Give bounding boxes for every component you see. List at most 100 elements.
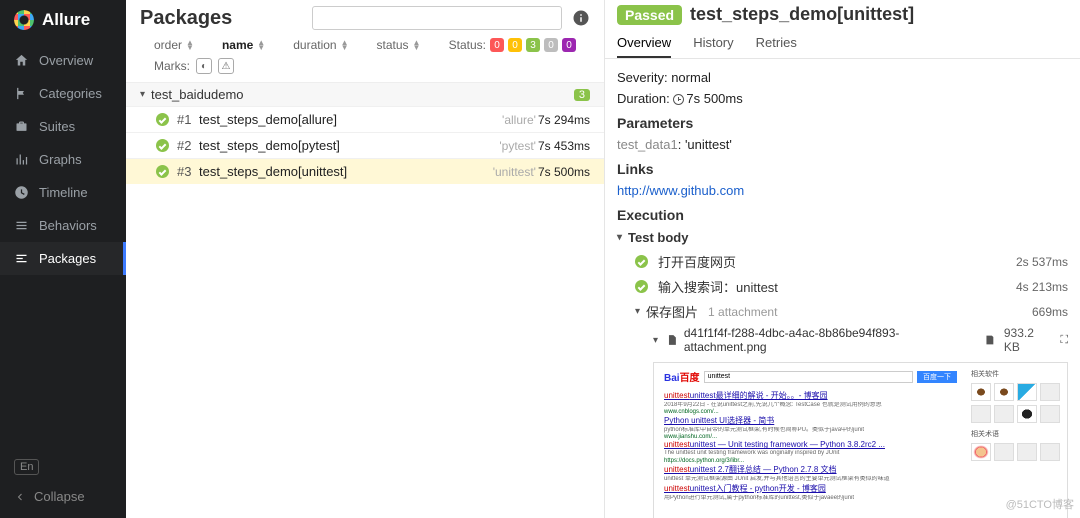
link-github[interactable]: http://www.github.com [617, 183, 744, 198]
step-name: 保存图片 [646, 302, 698, 321]
nav-label: Suites [39, 119, 75, 134]
nav: Overview Categories Suites Graphs Timeli… [0, 44, 126, 448]
status-badge: Passed [617, 5, 682, 25]
pass-icon [156, 139, 169, 152]
side-header: 相关软件 [971, 369, 1063, 379]
severity-val: normal [671, 70, 711, 85]
info-icon[interactable] [572, 9, 590, 27]
row-num: #2 [177, 138, 199, 153]
status-chip-broken[interactable]: 0 [508, 38, 522, 52]
pass-icon [156, 165, 169, 178]
test-title: test_steps_demo[unittest] [690, 4, 914, 25]
column-headers: order▲▼ name▲▼ duration▲▼ status▲▼ Statu… [140, 30, 590, 56]
mark-flaky[interactable]: ◐ [196, 58, 212, 74]
nav-label: Packages [39, 251, 96, 266]
status-chip-failed[interactable]: 0 [490, 38, 504, 52]
sidebar: Allure Overview Categories Suites Graphs… [0, 0, 126, 518]
col-order[interactable]: order▲▼ [154, 38, 194, 52]
row-duration: 7s 500ms [538, 165, 590, 179]
attachment-row[interactable]: ▾ d41f1f4f-f288-4dbc-a4ac-8b86be94f893-a… [617, 324, 1068, 356]
group-test-baidudemo[interactable]: ▾ test_baidudemo 3 [126, 82, 604, 106]
attachment-note: 1 attachment [708, 305, 777, 319]
clock-icon [673, 94, 684, 105]
row-name: test_steps_demo[allure] [199, 112, 502, 127]
nav-suites[interactable]: Suites [0, 110, 126, 143]
package-tree: ▾ test_baidudemo 3 #1 test_steps_demo[al… [126, 82, 604, 184]
attachment-preview: Bai百度 百度一下 unittestunittest最详细的解说 - 开始。。… [653, 362, 1068, 518]
severity-key: Severity: [617, 70, 668, 85]
detail-panel: Passed test_steps_demo[unittest] Overvie… [605, 0, 1080, 518]
links-heading: Links [617, 155, 1068, 180]
test-row[interactable]: #3 test_steps_demo[unittest] 'unittest' … [126, 158, 604, 184]
step-name: 打开百度网页 [658, 252, 736, 271]
pass-icon [156, 113, 169, 126]
step-row[interactable]: 输入搜索词：unittest 4s 213ms [617, 274, 1068, 299]
col-duration[interactable]: duration▲▼ [293, 38, 348, 52]
col-name[interactable]: name▲▼ [222, 38, 265, 52]
brand-name: Allure [42, 10, 90, 30]
test-body-toggle[interactable]: ▾Test body [617, 226, 1068, 249]
list-icon [14, 218, 29, 233]
result-snip: unittest 单元测试框架源由 JUnit 启发,并与其他语言的主要单元测试… [664, 476, 924, 483]
collapse-button[interactable]: Collapse [14, 489, 112, 504]
status-filter: Status: 0 0 3 0 0 [449, 38, 576, 52]
nav-behaviors[interactable]: Behaviors [0, 209, 126, 242]
tab-overview[interactable]: Overview [617, 35, 671, 58]
attachment-name: d41f1f4f-f288-4dbc-a4ac-8b86be94f893-att… [684, 326, 978, 354]
chevron-left-icon [14, 491, 26, 503]
nav-categories[interactable]: Categories [0, 77, 126, 110]
chevron-down-icon: ▾ [617, 232, 622, 243]
detail-tabs: Overview History Retries [605, 25, 1080, 59]
row-tag: 'unittest' [493, 165, 536, 179]
nav-packages[interactable]: Packages [0, 242, 126, 275]
result-snip: python标准库中自带的单元测试框架,有时候也简称PU。类似于java中的ju… [664, 427, 924, 434]
nav-label: Timeline [39, 185, 88, 200]
pass-icon [635, 255, 648, 268]
test-row[interactable]: #2 test_steps_demo[pytest] 'pytest' 7s 4… [126, 132, 604, 158]
result-title: unittestunittest 2.7翻译总结 — Python 2.7.8 … [664, 465, 837, 474]
nav-graphs[interactable]: Graphs [0, 143, 126, 176]
duration-key: Duration: [617, 91, 670, 106]
image-file-icon [666, 334, 678, 346]
tab-history[interactable]: History [693, 35, 733, 58]
result-snip: 用Python进行单元测试,属于python标准库的unittest,类似于ja… [664, 495, 924, 502]
group-count: 3 [574, 89, 590, 101]
status-label: Status: [449, 38, 486, 52]
step-duration: 2s 537ms [1016, 255, 1068, 269]
result-snip: 2018年9月22日 - 在说unittest之前,先说几个概念: TestCa… [664, 402, 924, 409]
step-name: 输入搜索词：unittest [658, 277, 778, 296]
mark-new[interactable]: ⚠ [218, 58, 234, 74]
chevron-down-icon: ▾ [653, 335, 658, 346]
language-toggle[interactable]: En [14, 459, 39, 475]
preview-search-button: 百度一下 [917, 371, 957, 383]
marks-label: Marks: [154, 59, 190, 73]
test-row[interactable]: #1 test_steps_demo[allure] 'allure' 7s 2… [126, 106, 604, 132]
save-icon[interactable] [984, 334, 996, 346]
row-duration: 7s 453ms [538, 139, 590, 153]
status-chip-passed[interactable]: 3 [526, 38, 540, 52]
nav-timeline[interactable]: Timeline [0, 176, 126, 209]
step-row[interactable]: 打开百度网页 2s 537ms [617, 249, 1068, 274]
attachment-size: 933.2 KB [1004, 326, 1052, 354]
step-row[interactable]: ▾ 保存图片 1 attachment 669ms [617, 299, 1068, 324]
nav-overview[interactable]: Overview [0, 44, 126, 77]
row-tag: 'pytest' [499, 139, 536, 153]
status-chip-skipped[interactable]: 0 [544, 38, 558, 52]
nav-label: Graphs [39, 152, 82, 167]
param-val: : 'unittest' [678, 137, 732, 152]
result-title: Python unittest UI选择器 - 简书 [664, 416, 774, 425]
home-icon [14, 53, 29, 68]
chevron-down-icon: ▾ [635, 306, 640, 317]
execution-heading: Execution [617, 201, 1068, 226]
center-panel: Packages order▲▼ name▲▼ duration▲▼ statu… [126, 0, 605, 518]
col-status[interactable]: status▲▼ [377, 38, 421, 52]
search-input[interactable] [312, 6, 562, 30]
page-title: Packages [140, 7, 302, 30]
row-duration: 7s 294ms [538, 113, 590, 127]
row-tag: 'allure' [502, 113, 536, 127]
tab-retries[interactable]: Retries [756, 35, 797, 58]
expand-icon[interactable]: ⛶ [1060, 334, 1068, 347]
pass-icon [635, 280, 648, 293]
side-header: 相关术语 [971, 429, 1063, 439]
status-chip-unknown[interactable]: 0 [562, 38, 576, 52]
